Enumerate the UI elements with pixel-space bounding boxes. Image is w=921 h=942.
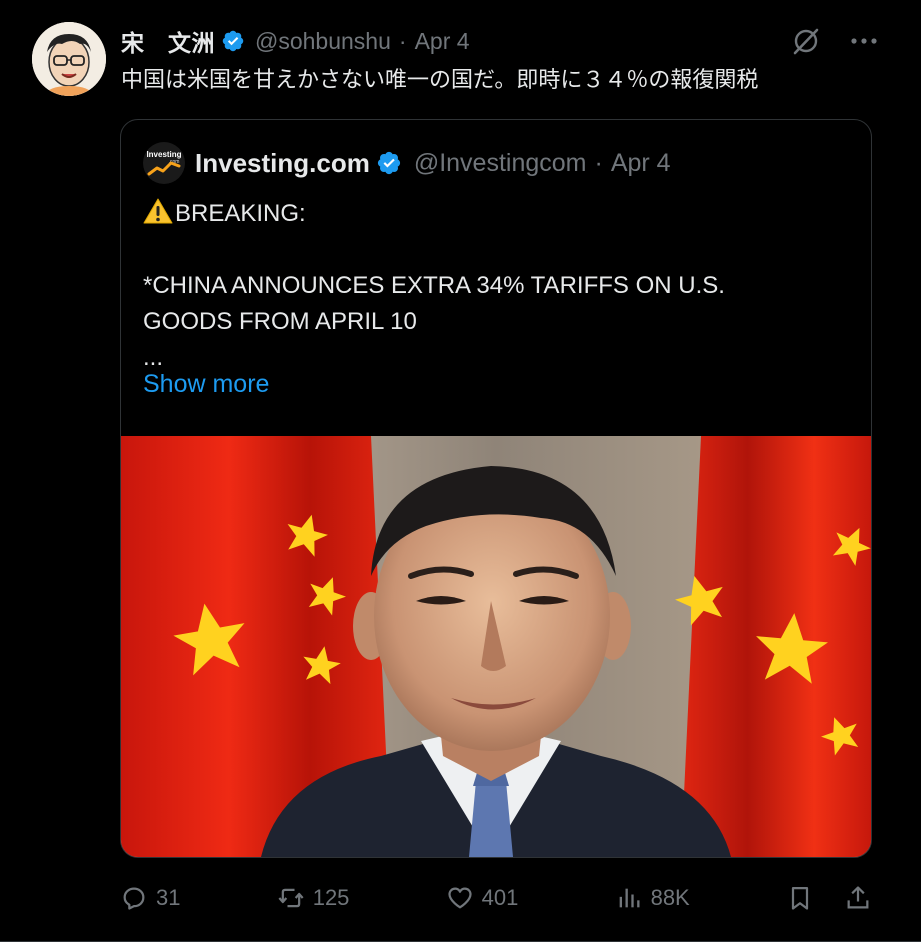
views-count: 88K [650, 885, 690, 910]
author-name[interactable]: 宋 文洲 [121, 24, 215, 58]
caricature-avatar-icon [32, 22, 106, 96]
quoted-tweet[interactable]: Investing .com Investing.com @Investingc… [120, 119, 872, 858]
action-bar: 31 125 401 88K [120, 878, 872, 918]
action-bar-right [786, 884, 872, 912]
show-more-link[interactable]: Show more [143, 370, 269, 399]
tweet-header: 宋 文洲 @sohbunshu · Apr 4 [121, 24, 470, 58]
share-icon [847, 886, 869, 909]
views-chart-icon [619, 888, 640, 908]
repost-button[interactable]: 125 [277, 884, 350, 912]
logo-text: Investing [146, 150, 181, 159]
quote-time[interactable]: Apr 4 [611, 149, 671, 178]
grok-button[interactable] [791, 26, 821, 56]
more-options-button[interactable] [851, 37, 877, 45]
more-dots-icon [851, 38, 877, 44]
tweet: 宋 文洲 @sohbunshu · Apr 4 中国は米国を甘えかさない唯一の国… [0, 0, 921, 942]
share-button[interactable] [844, 884, 872, 912]
reply-button[interactable]: 31 [120, 884, 180, 912]
quote-line-2: *CHINA ANNOUNCES EXTRA 34% TARIFFS ON U.… [143, 272, 725, 299]
separator-dot: · [594, 148, 603, 177]
investing-logo-icon: Investing .com [143, 142, 185, 184]
like-button[interactable]: 401 [446, 884, 519, 912]
quote-header: Investing .com Investing.com @Investingc… [143, 142, 671, 184]
quote-line-3: GOODS FROM APRIL 10 [143, 308, 417, 335]
reply-count: 31 [156, 885, 181, 910]
breaking-label: BREAKING: [175, 200, 306, 227]
photo-man-in-front-of-chinese-flags-icon [121, 436, 871, 857]
like-count: 401 [481, 885, 519, 910]
post-time[interactable]: Apr 4 [415, 28, 470, 55]
grok-icon [793, 28, 819, 55]
author-avatar[interactable] [32, 22, 106, 96]
quote-media-photo[interactable] [121, 436, 871, 857]
warning-icon [143, 198, 173, 224]
author-handle[interactable]: @sohbunshu [255, 28, 391, 55]
verified-badge-icon [377, 151, 400, 175]
quote-body: BREAKING: *CHINA ANNOUNCES EXTRA 34% TAR… [143, 196, 843, 376]
separator-dot: · [398, 27, 407, 54]
repost-icon [278, 888, 304, 908]
heart-icon [448, 887, 472, 909]
repost-count: 125 [312, 885, 350, 910]
quote-author-handle[interactable]: @Investingcom [414, 149, 587, 178]
quote-avatar[interactable]: Investing .com [143, 142, 185, 184]
quote-author-name[interactable]: Investing.com [195, 148, 370, 179]
bookmark-icon [791, 886, 809, 910]
tweet-text: 中国は米国を甘えかさない唯一の国だ。即時に３４％の報復関税 [121, 67, 759, 92]
reply-icon [123, 887, 145, 910]
bookmark-button[interactable] [786, 884, 814, 912]
verified-badge-icon [222, 30, 244, 52]
quote-line-breaking: BREAKING: [143, 196, 843, 232]
views-button[interactable]: 88K [615, 884, 690, 912]
top-actions [791, 26, 877, 56]
